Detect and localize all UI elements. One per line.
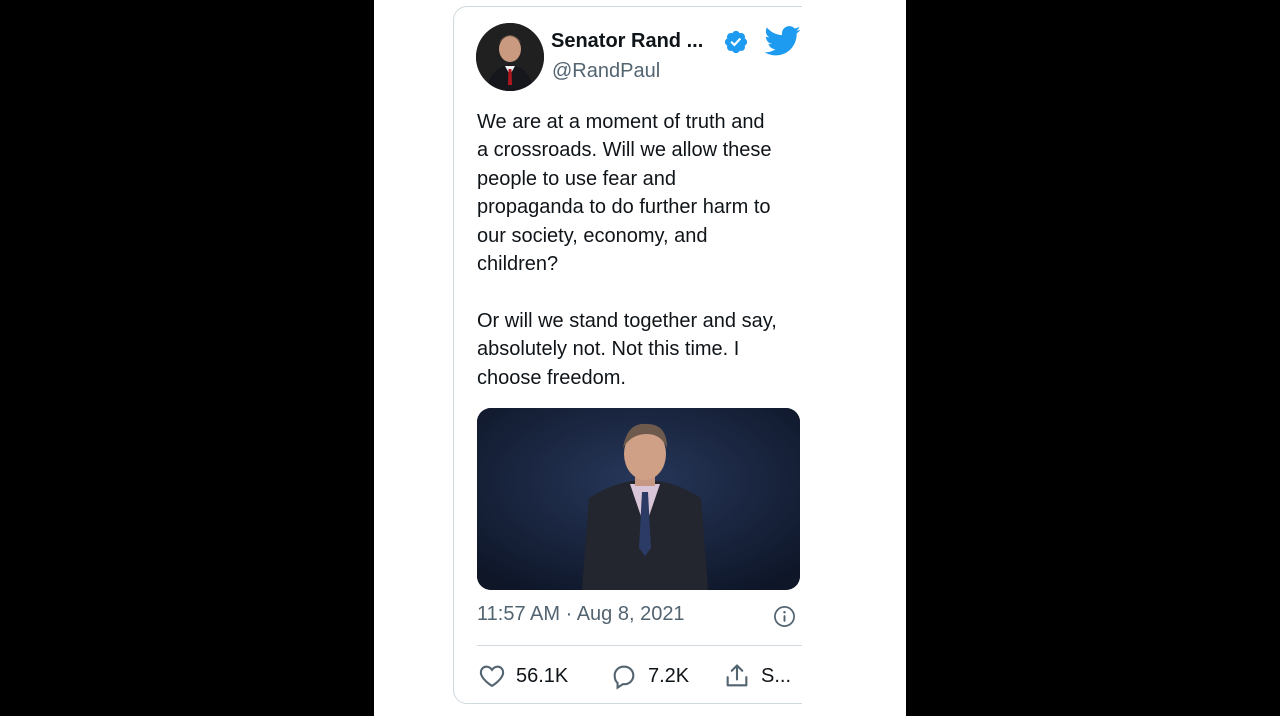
share-button[interactable]: S... <box>723 660 791 692</box>
twitter-bird-icon[interactable] <box>765 26 801 56</box>
share-label: S... <box>761 664 792 687</box>
heart-icon <box>479 665 505 688</box>
verified-badge-icon <box>724 30 748 54</box>
tweet-text: We are at a moment of truth and a crossr… <box>477 108 807 392</box>
reply-button[interactable]: 7.2K <box>610 660 689 692</box>
bottom-edge-strip <box>0 716 1280 720</box>
tweet-paragraph: Or will we stand together and say, absol… <box>477 309 777 389</box>
speech-bubble-icon <box>613 665 635 690</box>
like-count: 56.1K <box>516 664 569 687</box>
action-divider <box>477 645 802 646</box>
letterbox-left <box>0 0 374 720</box>
card-cropped-edge <box>802 0 906 720</box>
like-button[interactable]: 56.1K <box>478 660 568 692</box>
letterbox-right <box>906 0 1280 720</box>
user-handle[interactable]: @RandPaul <box>552 60 660 83</box>
reply-count: 7.2K <box>648 664 690 687</box>
tweet-timestamp[interactable]: 11:57 AM · Aug 8, 2021 <box>477 603 685 626</box>
tweet-paragraph: We are at a moment of truth and a crossr… <box>477 111 772 276</box>
share-upload-icon <box>726 664 748 687</box>
profile-avatar[interactable] <box>476 23 544 91</box>
info-icon[interactable] <box>773 605 796 628</box>
display-name[interactable]: Senator Rand ... <box>551 30 703 53</box>
tweet-video-thumbnail[interactable] <box>477 408 800 590</box>
